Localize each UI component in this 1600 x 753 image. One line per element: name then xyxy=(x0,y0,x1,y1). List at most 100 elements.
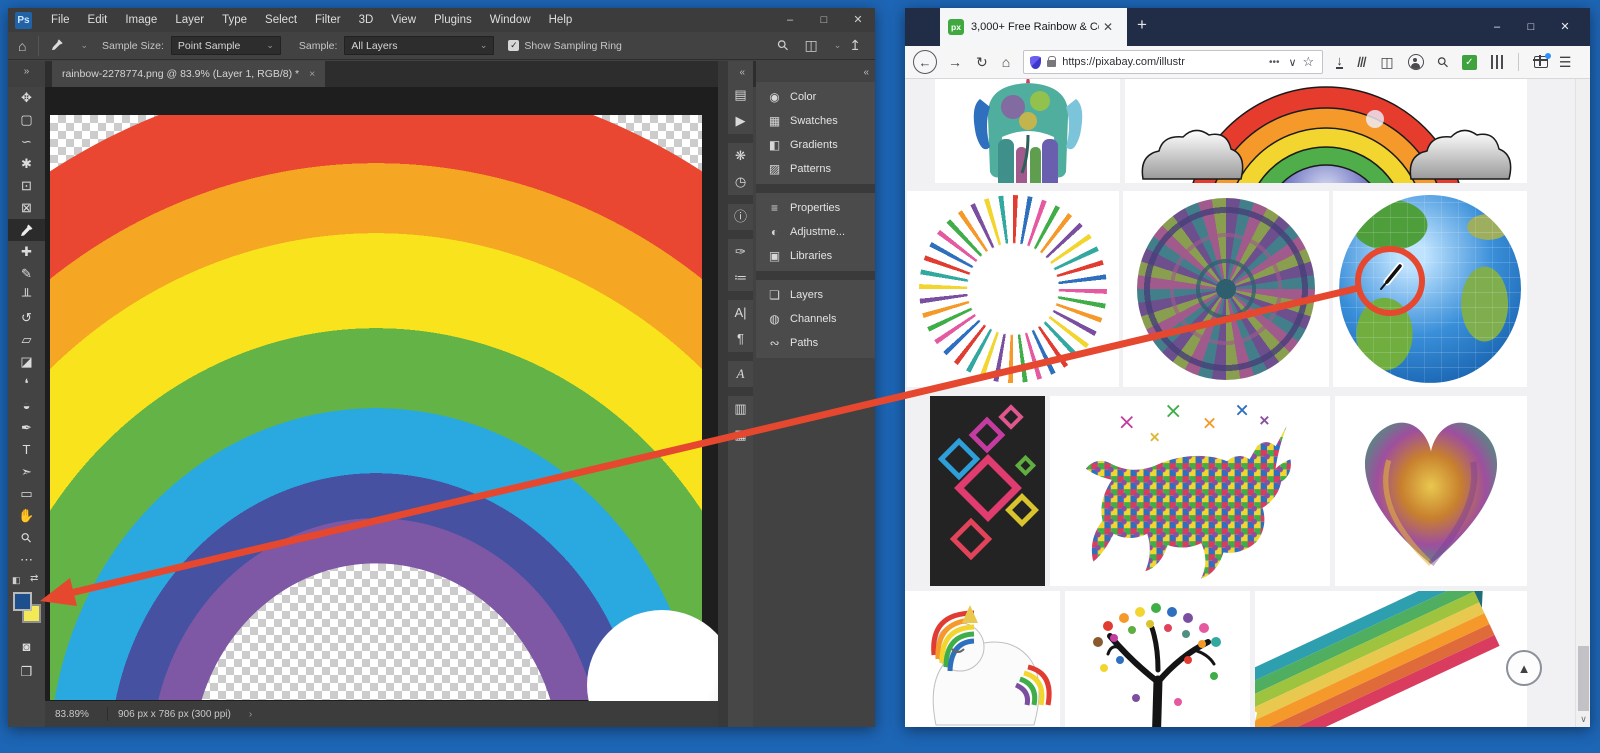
frame-tool[interactable]: ⊠ xyxy=(8,197,45,219)
home-button[interactable]: ⌂ xyxy=(1002,54,1010,70)
dodge-tool[interactable]: ◒ xyxy=(8,395,45,417)
menu-image[interactable]: Image xyxy=(116,8,166,32)
dock-collapse-icon[interactable]: « xyxy=(756,61,875,82)
image-rainbow-with-clouds[interactable] xyxy=(1125,79,1527,183)
marquee-tool[interactable]: ▢ xyxy=(8,109,45,131)
brush-settings-icon[interactable]: ✑ xyxy=(728,239,753,265)
brush-tool[interactable]: ✎ xyxy=(8,263,45,285)
forward-button[interactable]: → xyxy=(948,54,962,70)
library-icon[interactable]: Ⅲ xyxy=(1355,54,1368,71)
chevron-down-icon[interactable]: ⌄ xyxy=(834,40,842,51)
account-icon[interactable] xyxy=(1408,54,1424,70)
rectangle-tool[interactable]: ▭ xyxy=(8,483,45,505)
move-tool[interactable]: ✥ xyxy=(8,87,45,109)
sampling-ring-checkbox[interactable]: ✓ xyxy=(508,40,519,51)
fx-minimize-button[interactable]: – xyxy=(1480,8,1514,46)
eyedropper-options-icon[interactable] xyxy=(51,38,64,54)
panel-tab-channels[interactable]: ◍Channels xyxy=(756,307,875,331)
character-styles-icon[interactable]: ▥ xyxy=(728,396,753,422)
close-icon[interactable]: × xyxy=(309,68,315,80)
info-icon[interactable]: ⓘ xyxy=(728,204,753,230)
sample-dropdown[interactable]: All Layers⌄ xyxy=(344,36,494,55)
url-text[interactable]: https://pixabay.com/illustr xyxy=(1062,56,1264,68)
image-rainbow-mane-unicorn[interactable] xyxy=(905,591,1060,727)
panel-tab-libraries[interactable]: ▣Libraries xyxy=(756,244,875,268)
panel-tab-layers[interactable]: ❏Layers xyxy=(756,283,875,307)
sample-size-dropdown[interactable]: Point Sample⌄ xyxy=(171,36,281,55)
tool-presets-icon[interactable]: ≔ xyxy=(728,265,753,291)
panel-tab-properties[interactable]: ≡Properties xyxy=(756,196,875,220)
new-tab-button[interactable]: + xyxy=(1137,15,1147,35)
blur-tool[interactable]: ❛ xyxy=(8,373,45,395)
history-brush-tool[interactable]: ↺ xyxy=(8,307,45,329)
image-mosaic-unicorn[interactable] xyxy=(1050,396,1330,586)
workspace-icon[interactable]: ◫ xyxy=(804,37,817,54)
panel-tab-color[interactable]: ◉Color xyxy=(756,85,875,109)
glyphs-icon[interactable]: A xyxy=(728,361,753,387)
checker-extension-icon[interactable]: ✓ xyxy=(1462,55,1477,70)
browser-tab[interactable]: px 3,000+ Free Rainbow & Colorfu ✕ xyxy=(940,8,1127,46)
ps-canvas-area[interactable] xyxy=(45,87,718,701)
healing-brush-tool[interactable]: ✚ xyxy=(8,241,45,263)
menu-type[interactable]: Type xyxy=(213,8,256,32)
panel-tab-swatches[interactable]: ▦Swatches xyxy=(756,109,875,133)
menu-file[interactable]: File xyxy=(42,8,79,32)
image-earth-globe[interactable] xyxy=(1333,191,1527,387)
type-tool[interactable]: T xyxy=(8,439,45,461)
pocket-icon[interactable]: ∨ xyxy=(1288,56,1296,69)
close-tab-icon[interactable]: ✕ xyxy=(1103,20,1113,34)
paragraph-icon[interactable]: ¶ xyxy=(728,326,753,352)
search-extension-icon[interactable]: ⚲ xyxy=(1433,52,1452,71)
menu-layer[interactable]: Layer xyxy=(166,8,213,32)
image-colored-pencils-circle[interactable] xyxy=(907,191,1119,387)
reload-button[interactable]: ↻ xyxy=(976,54,988,71)
eyedropper-tool[interactable] xyxy=(8,219,45,241)
gradient-tool[interactable]: ◪ xyxy=(8,351,45,373)
lasso-tool[interactable]: ∽ xyxy=(8,131,45,153)
ps-maximize-button[interactable]: □ xyxy=(807,8,841,32)
version-history-icon[interactable]: ▤ xyxy=(728,82,753,108)
image-neon-gradient-squares[interactable] xyxy=(930,396,1045,586)
foreground-color-swatch[interactable] xyxy=(13,592,32,611)
hamburger-menu-icon[interactable]: ☰ xyxy=(1559,54,1572,71)
fx-close-button[interactable]: ✕ xyxy=(1548,8,1582,46)
share-icon[interactable]: ↥ xyxy=(849,37,861,54)
crop-tool[interactable]: ⊡ xyxy=(8,175,45,197)
clone-stamp-tool[interactable]: ╨ xyxy=(8,285,45,307)
scroll-to-top-button[interactable]: ▲ xyxy=(1506,650,1542,686)
actions-icon[interactable]: ▶ xyxy=(728,108,753,134)
menu-view[interactable]: View xyxy=(382,8,425,32)
search-icon[interactable]: ⚲ xyxy=(774,36,793,55)
scrollbar-thumb[interactable] xyxy=(1578,646,1589,711)
history-icon[interactable]: ◷ xyxy=(728,169,753,195)
swap-colors-icon[interactable]: ⇄ xyxy=(30,573,38,584)
dock-collapse-icon[interactable]: « xyxy=(728,61,753,82)
panel-tab-gradients[interactable]: ◧Gradients xyxy=(756,133,875,157)
menu-filter[interactable]: Filter xyxy=(306,8,350,32)
menu-help[interactable]: Help xyxy=(540,8,582,32)
path-selection-tool[interactable]: ➣ xyxy=(8,461,45,483)
quick-mask-icon[interactable]: ◙ xyxy=(8,636,45,658)
rainbow-document-image[interactable] xyxy=(50,115,702,700)
styles-icon[interactable]: ❋ xyxy=(728,143,753,169)
menu-window[interactable]: Window xyxy=(481,8,540,32)
image-colorful-elephant[interactable] xyxy=(935,79,1120,183)
panel-tab-patterns[interactable]: ▨Patterns xyxy=(756,157,875,181)
character-icon[interactable]: A| xyxy=(728,300,753,326)
menu-plugins[interactable]: Plugins xyxy=(425,8,481,32)
tracking-shield-icon[interactable] xyxy=(1030,56,1041,69)
document-tab[interactable]: rainbow-2278774.png @ 83.9% (Layer 1, RG… xyxy=(52,61,325,87)
menu-edit[interactable]: Edit xyxy=(79,8,117,32)
screen-mode-icon[interactable]: ❐ xyxy=(8,661,45,683)
image-psychedelic-mandala[interactable] xyxy=(1123,191,1329,387)
pen-tool[interactable]: ✒ xyxy=(8,417,45,439)
image-iridescent-heart[interactable] xyxy=(1335,396,1527,586)
menu-select[interactable]: Select xyxy=(256,8,306,32)
zoom-level[interactable]: 83.89% xyxy=(55,709,107,720)
bookmark-star-icon[interactable]: ☆ xyxy=(1303,54,1315,70)
menu-3d[interactable]: 3D xyxy=(350,8,383,32)
back-button[interactable]: ← xyxy=(913,50,937,74)
paragraph-styles-icon[interactable]: ▦ xyxy=(728,422,753,448)
image-hearts-tree[interactable] xyxy=(1065,591,1250,727)
fx-maximize-button[interactable]: □ xyxy=(1514,8,1548,46)
